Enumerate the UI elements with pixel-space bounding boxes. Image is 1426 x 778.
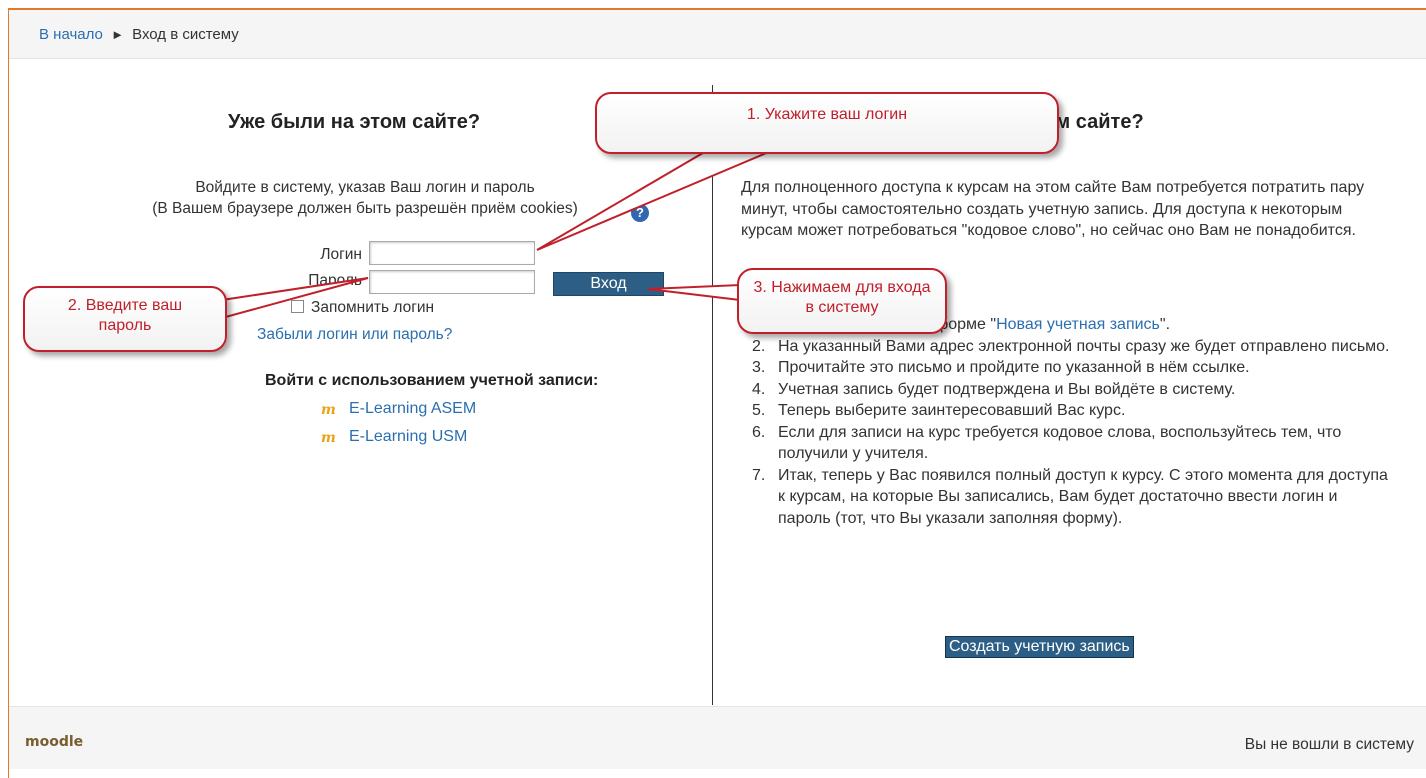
callout-2-text: 2. Введите ваш пароль <box>67 297 183 334</box>
callout-1: 1. Укажите ваш логин <box>595 92 1059 154</box>
callout-3-text: 3. Нажимаем для входа в систему <box>753 279 931 316</box>
page: В начало ► Вход в систему Уже были на эт… <box>0 0 1426 778</box>
callout-2: 2. Введите ваш пароль <box>23 286 227 352</box>
callout-1-text: 1. Укажите ваш логин <box>746 106 908 123</box>
callout-3: 3. Нажимаем для входа в систему <box>737 268 947 334</box>
